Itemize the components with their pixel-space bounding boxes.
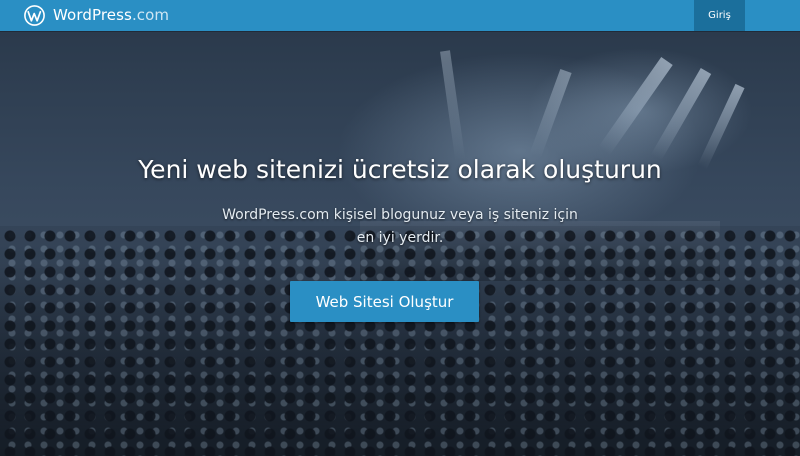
hero-content: Yeni web sitenizi ücretsiz olarak oluştu… [0,31,800,456]
brand-word: WordPress [53,6,132,24]
wordpress-logo-icon [24,5,45,26]
hero-title: Yeni web sitenizi ücretsiz olarak oluştu… [138,155,662,184]
hero-subtitle-line-2: en iyi yerdir. [356,230,444,246]
brand-tld: .com [131,6,170,24]
hero-section: Yeni web sitenizi ücretsiz olarak oluştu… [0,31,800,456]
hero-subtitle-line-1: WordPress.com kişisel blogunuz veya iş s… [222,207,578,223]
brand-name: WordPress.com [53,5,169,26]
create-website-button[interactable]: Web Sitesi Oluştur [290,281,479,322]
login-button[interactable]: Giriş [694,0,745,31]
wordpress-logo-link[interactable]: WordPress.com [24,5,169,26]
hero-subtitle: WordPress.com kişisel blogunuz veya iş s… [200,204,600,250]
top-bar: WordPress.com Giriş [0,0,800,31]
